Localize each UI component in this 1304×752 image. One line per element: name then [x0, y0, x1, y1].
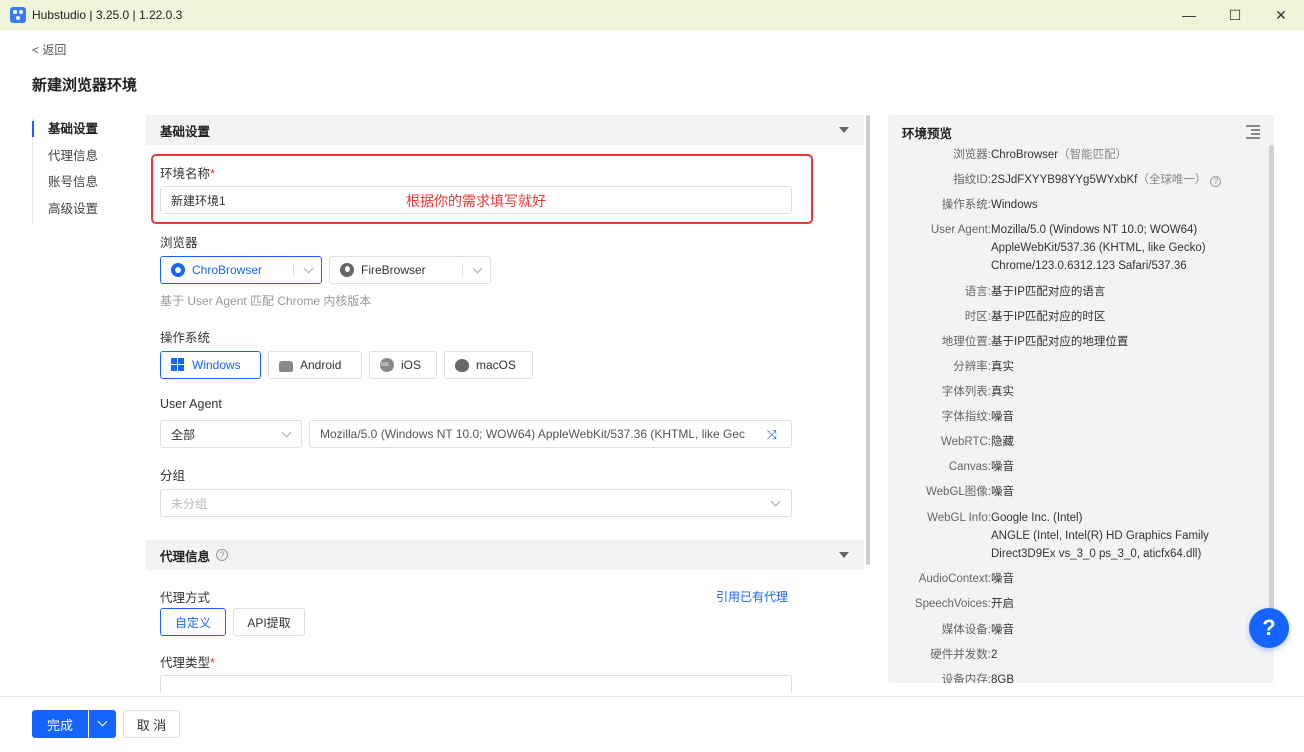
list-indent-icon[interactable] [1246, 125, 1260, 139]
collapse-arrow-icon[interactable] [839, 127, 849, 133]
environment-preview: 环境预览 浏览器: ChroBrowser（智能匹配） 指纹ID: 2SJdFXYY… [888, 115, 1274, 683]
preview-scrollbar[interactable] [1269, 145, 1274, 615]
preview-row-fingerprint: 指纹ID: 2SJdFXYYB98YYg5WYxbKf（全球唯一）? [888, 171, 1268, 189]
browser-label: 浏览器 [160, 236, 198, 250]
ua-filter-select[interactable]: 全部 [160, 420, 302, 448]
apple-icon [455, 358, 469, 372]
proxy-section-header[interactable]: 代理信息 ? [146, 540, 864, 570]
firefox-icon [340, 263, 354, 277]
proxy-mode-api[interactable]: API提取 [233, 608, 305, 636]
help-icon[interactable]: ? [1210, 176, 1222, 187]
chevron-down-icon[interactable] [303, 263, 314, 274]
basic-section-header[interactable]: 基础设置 [146, 115, 864, 145]
preview-row-audiocontext: AudioContext: 噪音 [918, 573, 1014, 585]
ua-input[interactable]: Mozilla/5.0 (Windows NT 10.0; WOW64) App… [309, 420, 792, 448]
group-label: 分组 [160, 469, 186, 483]
preview-row-ua: User Agent: Mozilla/5.0 (Windows NT 10.0;… [930, 224, 1206, 272]
basic-section-title: 基础设置 [160, 124, 211, 139]
preview-row-media-devices: 媒体设备: 噪音 [941, 624, 1014, 636]
preview-title: 环境预览 [902, 127, 953, 141]
chrome-icon [171, 263, 185, 277]
chevron-down-icon [770, 496, 781, 507]
preview-row-timezone: 时区: 基于IP匹配对应的时区 [964, 311, 1106, 323]
chevron-down-icon [281, 427, 292, 438]
chevron-down-icon [97, 716, 108, 727]
help-icon[interactable]: ? [216, 549, 229, 561]
form-scrollbar[interactable] [866, 115, 870, 565]
browser-option-firebrowser[interactable]: FireBrowser [329, 256, 491, 284]
preview-row-font-list: 字体列表: 真实 [941, 386, 1014, 398]
android-icon [279, 360, 293, 372]
window-controls: — ☐ ✕ [1166, 0, 1304, 30]
proxy-mode-label: 代理方式 [160, 591, 211, 605]
hubstudio-logo-icon [10, 6, 26, 23]
form-panel: 基础设置 环境名称* 新建环境1 根据你的需求填写就好 浏览器 ChroBrow… [146, 115, 864, 693]
nav-item-basic[interactable]: 基础设置 [32, 118, 132, 145]
proxy-type-select[interactable] [160, 675, 792, 693]
preview-row-speechvoices: SpeechVoices: 开启 [914, 598, 1014, 610]
proxy-section-title: 代理信息 [160, 549, 211, 564]
window-title: Hubstudio | 3.25.0 | 1.22.0.3 [32, 7, 183, 22]
ua-label: User Agent [160, 397, 222, 411]
done-button[interactable]: 完成 [32, 710, 88, 738]
chevron-down-icon[interactable] [472, 263, 483, 274]
preview-row-webrtc: WebRTC: 隐藏 [940, 436, 1014, 448]
page-title: 新建浏览器环境 [32, 77, 138, 94]
preview-row-font-fingerprint: 字体指纹: 噪音 [941, 411, 1014, 423]
ios-icon [380, 358, 394, 372]
windows-icon [171, 358, 185, 372]
minimize-button[interactable]: — [1166, 0, 1212, 30]
preview-row-hardware-concurrency: 硬件并发数: 2 [930, 649, 998, 661]
os-label: 操作系统 [160, 331, 211, 345]
browser-hint: 基于 User Agent 匹配 Chrome 内核版本 [160, 294, 372, 308]
done-dropdown-button[interactable] [89, 710, 116, 738]
cancel-button[interactable]: 取 消 [123, 710, 180, 738]
preview-row-os: 操作系统: Windows [941, 199, 1038, 211]
nav-item-proxy[interactable]: 代理信息 [33, 145, 132, 172]
nav-item-account[interactable]: 账号信息 [33, 171, 132, 198]
shuffle-icon[interactable]: ⤨ [767, 428, 777, 442]
back-link[interactable]: < 返回 [32, 41, 66, 58]
close-button[interactable]: ✕ [1258, 0, 1304, 30]
collapse-arrow-icon[interactable] [839, 552, 849, 558]
os-option-ios[interactable]: iOS [369, 351, 437, 379]
os-option-windows[interactable]: Windows [160, 351, 261, 379]
preview-row-webgl-info: WebGL Info: Google Inc. (Intel) ANGLE (Int… [927, 512, 1209, 560]
os-option-macos[interactable]: macOS [444, 351, 533, 379]
maximize-button[interactable]: ☐ [1212, 0, 1258, 30]
group-select[interactable]: 未分组 [160, 489, 792, 517]
preview-row-language: 语言: 基于IP匹配对应的语言 [964, 286, 1106, 298]
preview-row-resolution: 分辨率: 真实 [953, 361, 1014, 373]
preview-row-canvas: Canvas: 噪音 [948, 461, 1014, 473]
use-existing-proxy-link[interactable]: 引用已有代理 [716, 588, 788, 605]
preview-row-webgl-image: WebGL图像: 噪音 [926, 486, 1014, 498]
annotation-highlight-box [151, 154, 813, 224]
help-button[interactable]: ? [1249, 608, 1289, 648]
preview-row-browser: 浏览器: ChroBrowser（智能匹配） [953, 149, 1128, 161]
section-nav: 基础设置 代理信息 账号信息 高级设置 [32, 118, 132, 224]
browser-option-chrobrowser[interactable]: ChroBrowser [160, 256, 322, 284]
proxy-mode-custom[interactable]: 自定义 [160, 608, 226, 636]
nav-item-advanced[interactable]: 高级设置 [33, 198, 132, 225]
footer-bar: 完成 取 消 [0, 696, 1304, 752]
preview-row-geolocation: 地理位置: 基于IP匹配对应的地理位置 [941, 336, 1129, 348]
os-option-android[interactable]: Android [268, 351, 362, 379]
preview-row-device-memory: 设备内存: 8GB [941, 674, 1015, 683]
title-bar: Hubstudio | 3.25.0 | 1.22.0.3 — ☐ ✕ [0, 0, 1304, 30]
proxy-type-label: 代理类型* [160, 656, 215, 670]
